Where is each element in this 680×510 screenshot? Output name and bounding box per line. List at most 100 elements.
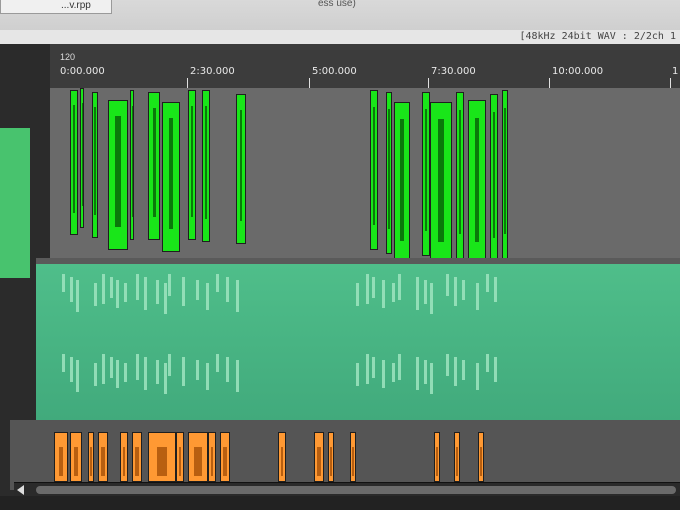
audio-clip[interactable] [220,432,230,482]
ghost-waveform [216,354,219,372]
audio-format-status[interactable]: [48kHz 24bit WAV : 2/2ch 1 [519,30,676,44]
audio-clip[interactable] [236,94,246,244]
audio-clip[interactable] [350,432,356,482]
audio-clip[interactable] [278,432,286,482]
ghost-waveform [356,283,359,306]
ghost-waveform [430,363,433,394]
ghost-waveform [164,283,167,314]
ghost-waveform [116,280,119,308]
audio-clip[interactable] [502,90,508,260]
ghost-waveform [94,283,97,306]
waveform-peak [73,105,75,213]
ghost-waveform [62,274,65,292]
audio-clip[interactable] [434,432,440,482]
waveform-peak [317,447,321,477]
audio-clip[interactable] [456,92,464,260]
waveform-peak [456,447,458,477]
audio-clip[interactable] [108,100,128,250]
audio-clip[interactable] [208,432,216,482]
audio-clip[interactable] [162,102,180,252]
audio-clip[interactable] [176,432,184,482]
audio-clip[interactable] [422,92,430,256]
waveform-peak [152,107,156,218]
audio-clip[interactable] [80,88,84,228]
audio-clip[interactable] [54,432,68,482]
audio-clip[interactable] [188,90,196,240]
ghost-waveform [366,274,369,304]
waveform-peak [504,107,506,234]
horizontal-scrollbar[interactable] [14,482,680,497]
ghost-waveform [76,360,79,392]
ghost-waveform [226,277,229,302]
ghost-waveform [424,280,427,304]
audio-clip[interactable] [120,432,128,482]
ghost-waveform [486,354,489,372]
waveform-peak [436,447,438,477]
orange-track-lane[interactable] [10,420,680,490]
green-track-lane[interactable] [50,88,680,268]
audio-clip[interactable] [88,432,94,482]
audio-clip[interactable] [386,92,392,254]
audio-clip[interactable] [92,92,98,238]
waveform-peak [194,447,202,477]
ghost-waveform [462,280,465,300]
waveform-peak [90,447,92,477]
audio-clip[interactable] [328,432,334,482]
ghost-waveform [168,274,171,296]
audio-clip[interactable] [130,90,134,240]
ghost-waveform [236,360,239,392]
ghost-waveform [124,363,127,382]
tempo-marker[interactable]: 120 [60,52,75,62]
project-tab[interactable]: ...v.rpp [0,0,112,14]
audio-clip[interactable] [454,432,460,482]
ghost-waveform [156,360,159,384]
teal-track-lane[interactable] [36,264,680,444]
track-color-swatch[interactable] [0,128,30,278]
waveform-peak [352,447,354,477]
audio-clip[interactable] [98,432,108,482]
scroll-left-arrow-icon[interactable] [17,485,24,495]
ghost-waveform [156,280,159,304]
ghost-waveform [392,283,395,302]
audio-clip[interactable] [148,432,176,482]
waveform-peak [239,109,243,221]
ghost-waveform [382,360,385,388]
audio-clip[interactable] [478,432,484,482]
audio-clip[interactable] [132,432,142,482]
waveform-peak [81,102,83,207]
ruler-time-label: 5:00.000 [312,66,357,77]
ghost-waveform [206,283,209,310]
ghost-waveform [382,280,385,308]
audio-clip[interactable] [490,94,498,264]
ghost-waveform [398,274,401,300]
format-status-bar: [48kHz 24bit WAV : 2/2ch 1 [0,30,680,45]
audio-clip[interactable] [188,432,208,482]
ghost-waveform [62,354,65,372]
waveform-peak [205,106,207,219]
audio-clip[interactable] [468,100,486,268]
waveform-peak [156,447,168,477]
waveform-peak [223,447,227,477]
audio-clip[interactable] [314,432,324,482]
scrollbar-thumb[interactable] [36,486,676,494]
audio-clip[interactable] [394,102,410,266]
waveform-peak [388,109,390,229]
waveform-peak [373,106,375,226]
waveform-peak [330,447,332,477]
ghost-waveform [182,277,185,306]
audio-clip[interactable] [70,90,78,235]
audio-clip[interactable] [148,92,160,240]
audio-clip[interactable] [430,102,452,268]
waveform-peak [493,111,495,238]
ghost-waveform [76,280,79,312]
audio-clip[interactable] [370,90,378,250]
ghost-waveform [102,354,105,384]
ruler-time-label: 1 [672,66,679,77]
audio-clip[interactable] [70,432,82,482]
ghost-waveform [372,357,375,378]
audio-clip[interactable] [202,90,210,242]
waveform-peak [131,105,133,217]
ghost-waveform [196,280,199,300]
waveform-peak [459,109,461,235]
ghost-waveform [144,357,147,390]
